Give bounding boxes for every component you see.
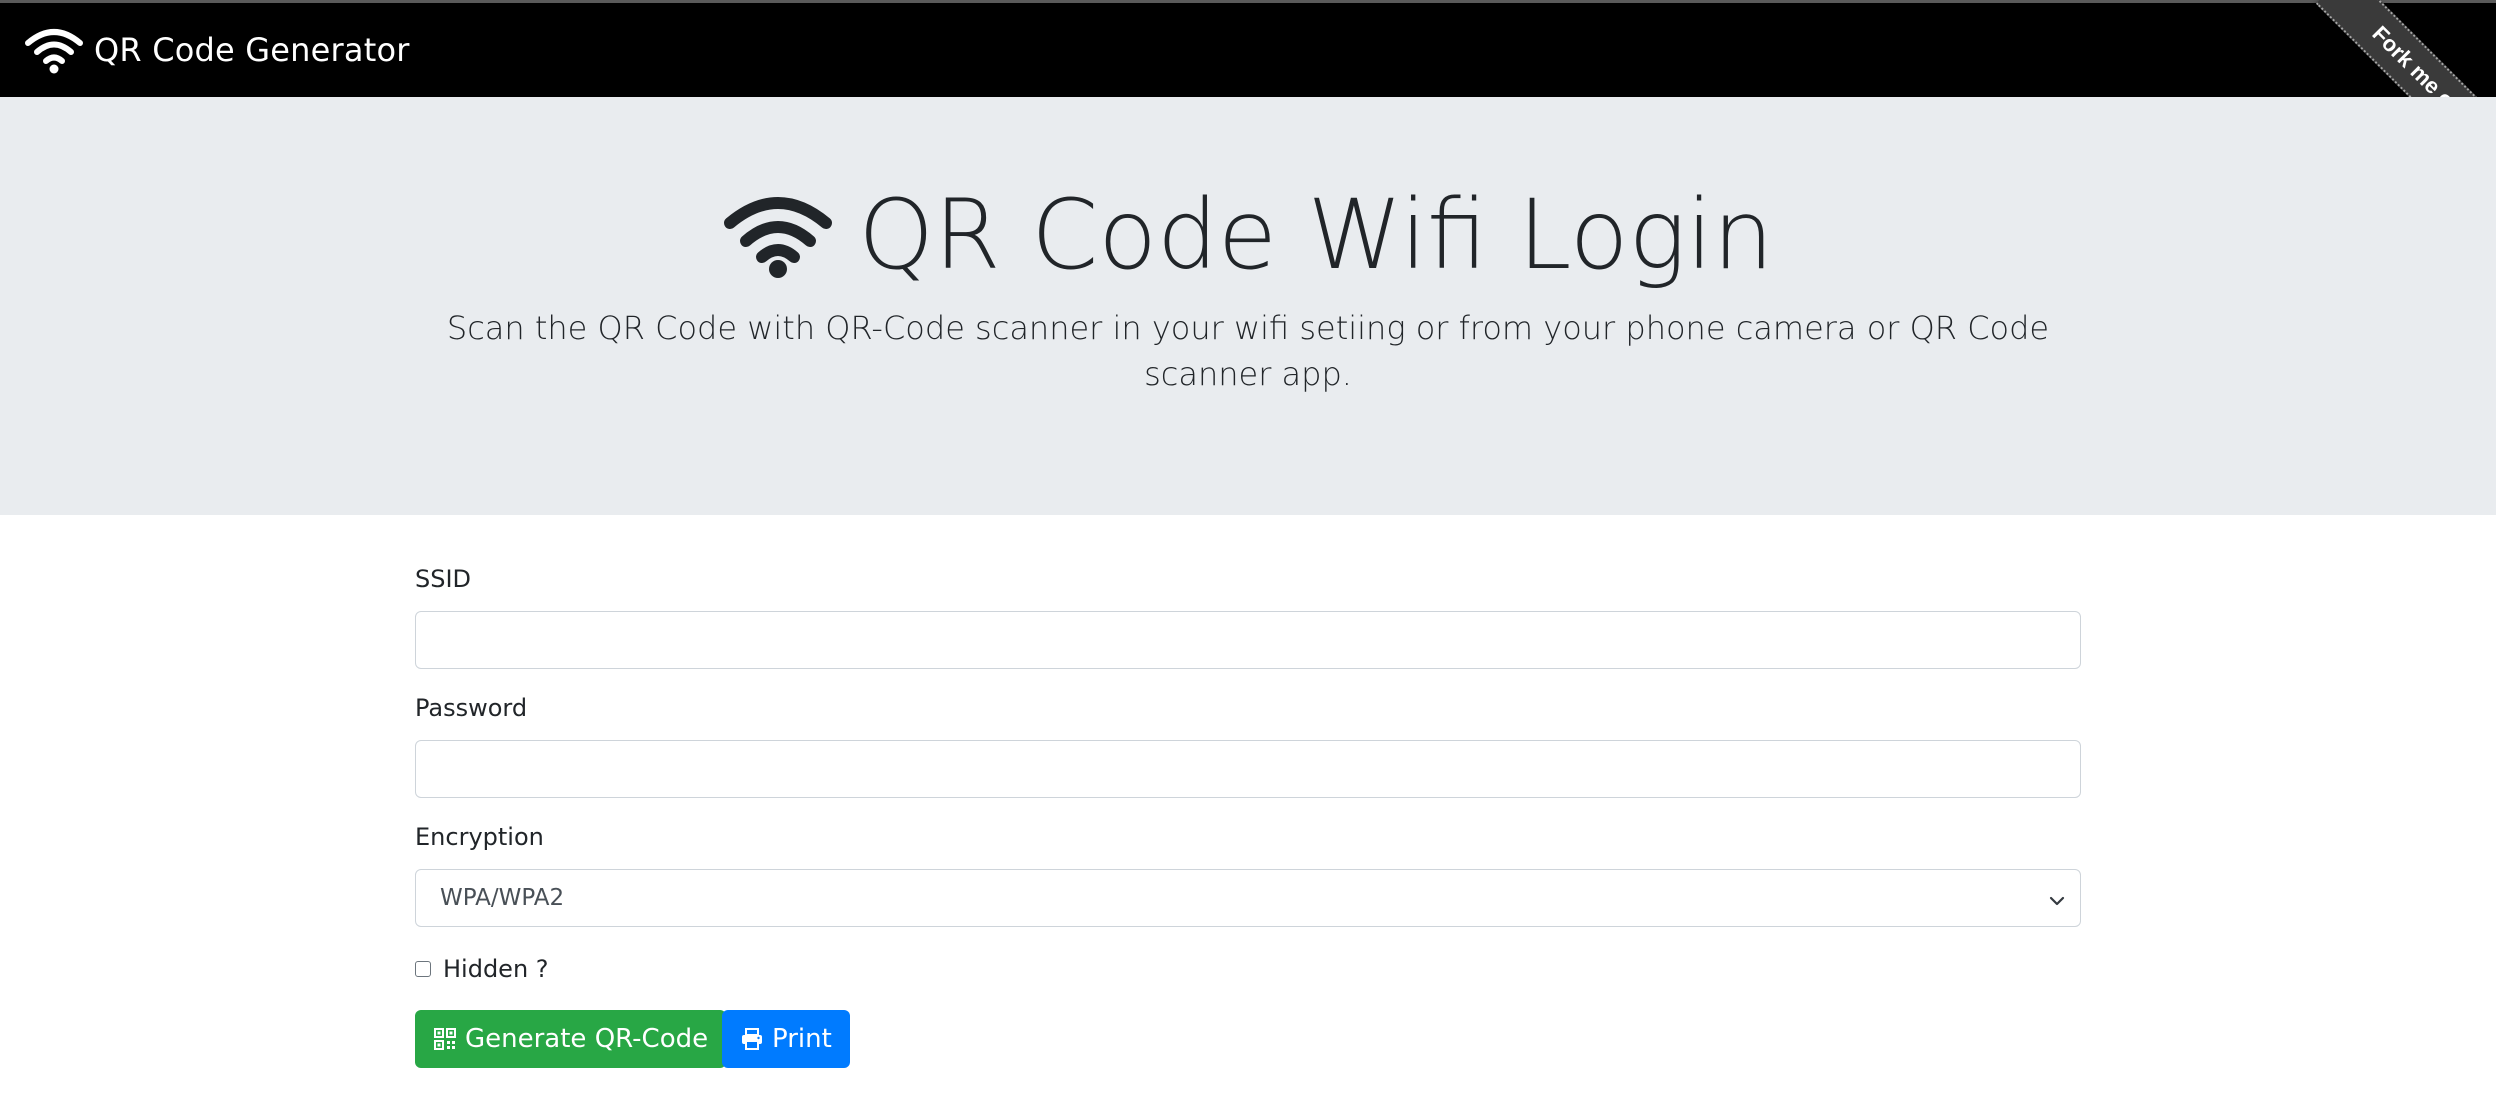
page-title: QR Code Wifi Login [0, 187, 2496, 283]
navbar-brand[interactable]: QR Code Generator [24, 25, 410, 75]
encryption-selected-value: WPA/WPA2 [440, 885, 565, 911]
chevron-down-icon [2048, 890, 2066, 908]
ssid-label: SSID [415, 565, 472, 593]
qrcode-icon [433, 1027, 457, 1051]
wifi-icon [24, 25, 84, 75]
generate-qr-code-button[interactable]: Generate QR-Code [415, 1010, 727, 1068]
ssid-input[interactable] [415, 611, 2081, 669]
page-title-text: QR Code Wifi Login [858, 179, 1774, 291]
generate-button-label: Generate QR-Code [465, 1024, 709, 1054]
hidden-checkbox-row: Hidden ? [415, 955, 549, 983]
navbar: QR Code Generator [0, 3, 2496, 97]
encryption-select[interactable]: WPA/WPA2 [415, 869, 2081, 927]
print-button[interactable]: Print [722, 1010, 850, 1068]
wifi-icon [722, 191, 834, 279]
page-lead: Scan the QR Code with QR-Code scanner in… [446, 309, 2050, 393]
hidden-label: Hidden ? [443, 955, 549, 983]
password-label: Password [415, 694, 528, 722]
brand-text: QR Code Generator [94, 31, 410, 69]
print-button-label: Print [772, 1024, 832, 1054]
jumbotron: QR Code Wifi Login Scan the QR Code with… [0, 97, 2496, 515]
printer-icon [740, 1027, 764, 1051]
encryption-label: Encryption [415, 823, 544, 851]
password-input[interactable] [415, 740, 2081, 798]
hidden-checkbox[interactable] [415, 961, 431, 977]
